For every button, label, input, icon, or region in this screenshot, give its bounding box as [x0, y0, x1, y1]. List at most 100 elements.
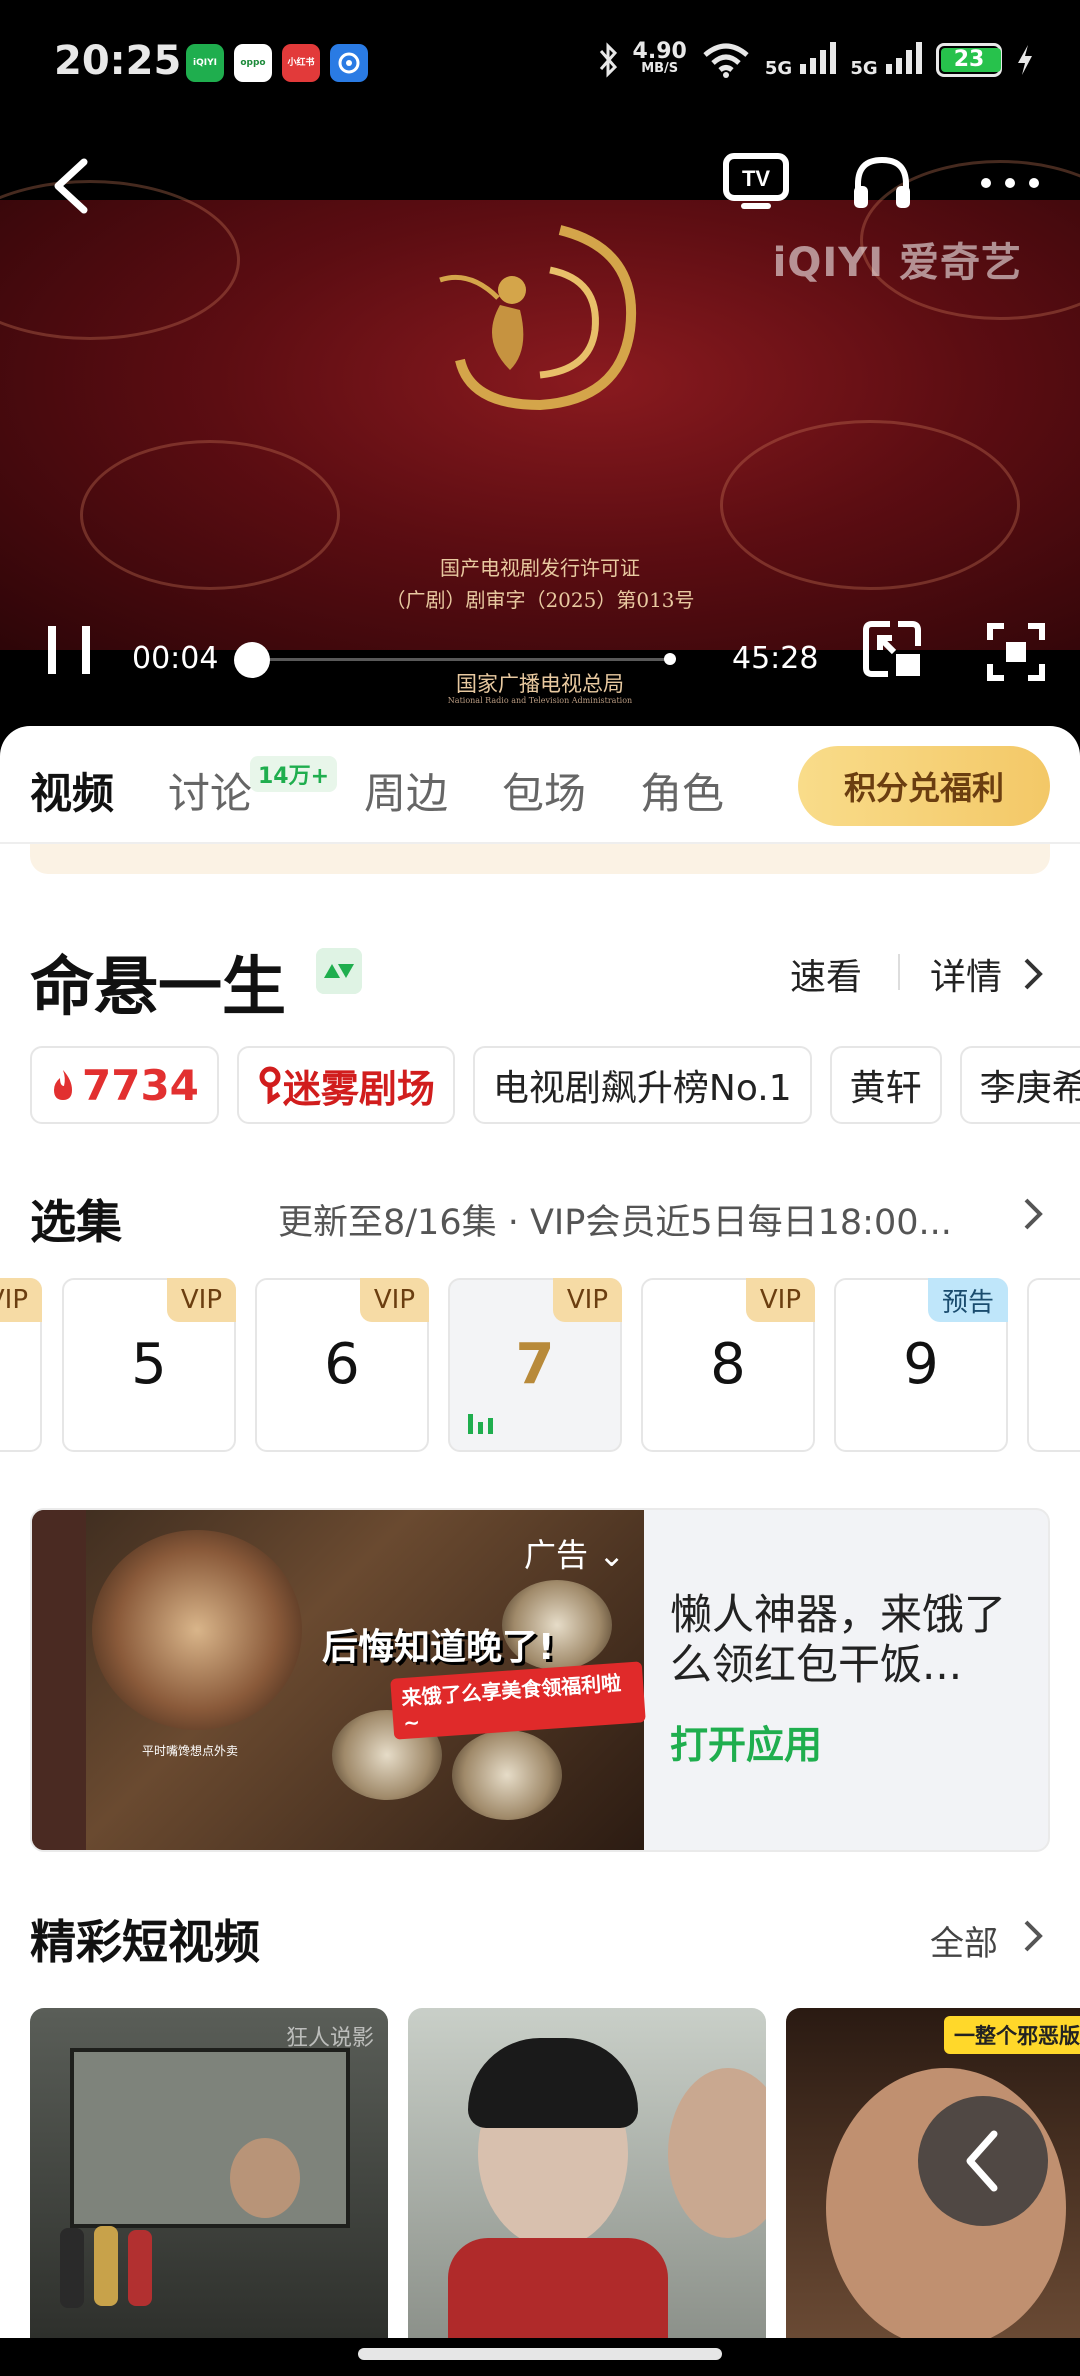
signal-2: 5G: [850, 40, 922, 79]
episode-card[interactable]: VIP 8: [641, 1278, 815, 1452]
fullscreen-icon[interactable]: [986, 622, 1046, 682]
ad-image-subline: 来饿了么享美食领福利啦~: [390, 1661, 646, 1740]
now-playing-icon: [468, 1414, 493, 1434]
episode-card[interactable]: VIP 6: [255, 1278, 429, 1452]
floating-back-button[interactable]: [918, 2096, 1048, 2226]
ad-banner[interactable]: 后悔知道晚了! 来饿了么享美食领福利啦~ 平时嘴馋想点外卖 广告 ⌄ 懒人神器，…: [30, 1508, 1050, 1852]
details-link[interactable]: 详情: [930, 948, 1002, 1000]
episodes-heading: 选集: [30, 1195, 122, 1249]
tab-discussion[interactable]: 讨论: [168, 760, 252, 821]
progress-knob[interactable]: [234, 642, 270, 678]
short-video-card[interactable]: [408, 2008, 766, 2338]
net-speed-value: 4.90: [632, 38, 687, 64]
short-video-card[interactable]: 狂人说影: [30, 2008, 388, 2338]
episode-card-partial[interactable]: [1027, 1278, 1080, 1452]
tag-row: 7734 迷雾剧场 电视剧飙升榜No.1 黄轩 李庚希: [30, 1046, 1080, 1124]
theater-tag-label: 迷雾剧场: [282, 1065, 435, 1111]
license-number: （广剧）剧审字（2025）第013号: [385, 588, 695, 612]
cloud-pattern: [0, 180, 240, 340]
video-player[interactable]: 国产电视剧发行许可证 （广剧）剧审字（2025）第013号 国家广播电视总局 N…: [0, 128, 1080, 728]
episode-number: 7: [515, 1332, 555, 1397]
more-icon[interactable]: [978, 168, 1042, 198]
status-indicators: 4.90 MB/S 5G 5G 23: [597, 40, 1034, 79]
status-bar: 20:25 iQIYI oppo 小红书 4.90 MB/S 5G 5G 23: [0, 0, 1080, 128]
actor-tag[interactable]: 黄轩: [829, 1046, 942, 1124]
discussion-count-badge: 14万+: [250, 756, 338, 792]
signal-bars-icon: [800, 40, 837, 74]
vip-badge: VIP: [166, 1278, 236, 1322]
actor-tag[interactable]: 李庚希: [959, 1046, 1080, 1124]
chevron-right-icon: [1024, 958, 1043, 990]
status-time: 20:25: [54, 38, 182, 84]
heat-value: 7734: [82, 1060, 199, 1110]
ranking-tag[interactable]: 电视剧飙升榜No.1: [472, 1046, 812, 1124]
theater-tag[interactable]: 迷雾剧场: [236, 1046, 455, 1124]
episode-card-current[interactable]: VIP 7: [448, 1278, 622, 1452]
quick-view-link[interactable]: 速看: [790, 948, 862, 1000]
divider: [898, 954, 900, 990]
show-title: 命悬一生: [30, 951, 286, 1025]
progress-marker: [664, 653, 676, 665]
battery-level: 23: [953, 47, 985, 72]
mist-theater-logo-icon: [259, 1066, 281, 1104]
vip-badge: VIP: [359, 1278, 429, 1322]
ad-open-app-button[interactable]: 打开应用: [670, 1714, 822, 1769]
episode-number: 6: [324, 1332, 360, 1397]
episodes-update-info[interactable]: 更新至8/16集 · VIP会员近5日每日18:00...: [278, 1194, 988, 1245]
wifi-icon: [703, 43, 749, 78]
chevron-right-icon[interactable]: [1022, 1196, 1044, 1232]
thumbnail-clothing: [448, 2238, 668, 2338]
ad-hotpot-image: [92, 1530, 302, 1730]
signal-2-label: 5G: [850, 58, 878, 79]
ad-label-text: 广告: [524, 1536, 589, 1574]
episode-number: 5: [131, 1332, 167, 1397]
episode-card-partial[interactable]: VIP: [0, 1278, 42, 1452]
episode-card[interactable]: 预告 9: [834, 1278, 1008, 1452]
oppo-app-icon: oppo: [234, 44, 272, 82]
episode-card[interactable]: VIP 5: [62, 1278, 236, 1452]
episode-list: VIP VIP 5 VIP 6 VIP 7 VIP 8 预告 9: [0, 1278, 1080, 1452]
points-redeem-button[interactable]: 积分兑福利: [798, 746, 1050, 826]
vip-badge: VIP: [552, 1278, 622, 1322]
pip-icon[interactable]: [862, 618, 924, 680]
xiaohongshu-app-icon: 小红书: [282, 44, 320, 82]
home-indicator[interactable]: [358, 2348, 722, 2360]
ad-title: 懒人神器，来饿了么领红包干饭...: [670, 1590, 1007, 1689]
navigation-bar: [0, 2338, 1080, 2376]
progress-track[interactable]: [252, 658, 672, 661]
current-time: 00:04: [132, 641, 219, 676]
expand-triangle-icon[interactable]: [316, 948, 362, 994]
tab-video[interactable]: 视频: [30, 760, 114, 821]
vip-badge: VIP: [745, 1278, 815, 1322]
flame-icon: [54, 1070, 72, 1100]
thumbnail-figure: [94, 2226, 118, 2306]
headphones-icon[interactable]: [850, 152, 914, 212]
short-videos-all-link[interactable]: 全部: [930, 1916, 998, 1965]
tv-cast-icon[interactable]: TV: [722, 150, 790, 212]
back-icon[interactable]: [44, 150, 104, 220]
collapsed-card: [30, 844, 1050, 874]
tab-characters[interactable]: 角色: [640, 760, 724, 821]
ad-image-headline: 后悔知道晚了!: [322, 1627, 555, 1668]
short-videos-heading: 精彩短视频: [30, 1915, 260, 1969]
ad-image: 后悔知道晚了! 来饿了么享美食领福利啦~ 平时嘴馋想点外卖 广告 ⌄: [32, 1510, 646, 1850]
chevron-right-icon[interactable]: [1022, 1918, 1044, 1954]
signal-1: 5G: [765, 40, 837, 79]
content-sheet: 视频 讨论 14万+ 周边 包场 角色 积分兑福利 命悬一生 速看 详情 773…: [0, 726, 1080, 2338]
tab-screening[interactable]: 包场: [502, 760, 586, 821]
ad-label[interactable]: 广告 ⌄: [524, 1530, 625, 1576]
pause-icon[interactable]: [44, 622, 94, 678]
license-title: 国产电视剧发行许可证: [440, 556, 640, 580]
video-tag: 一整个邪恶版黄毛: [944, 2016, 1080, 2054]
signal-1-label: 5G: [764, 58, 793, 79]
episode-number: 9: [903, 1332, 939, 1397]
duration: 45:28: [732, 641, 819, 676]
license-issuer-en: National Radio and Television Administra…: [447, 696, 633, 705]
ad-image-strip: [32, 1510, 86, 1850]
thumbnail-hair: [468, 2038, 638, 2128]
bluetooth-icon: [599, 41, 617, 78]
tab-merch[interactable]: 周边: [364, 760, 448, 821]
status-app-icons: iQIYI oppo 小红书: [186, 44, 368, 82]
heat-tag[interactable]: 7734: [30, 1046, 219, 1124]
net-speed: 4.90 MB/S: [632, 38, 687, 77]
